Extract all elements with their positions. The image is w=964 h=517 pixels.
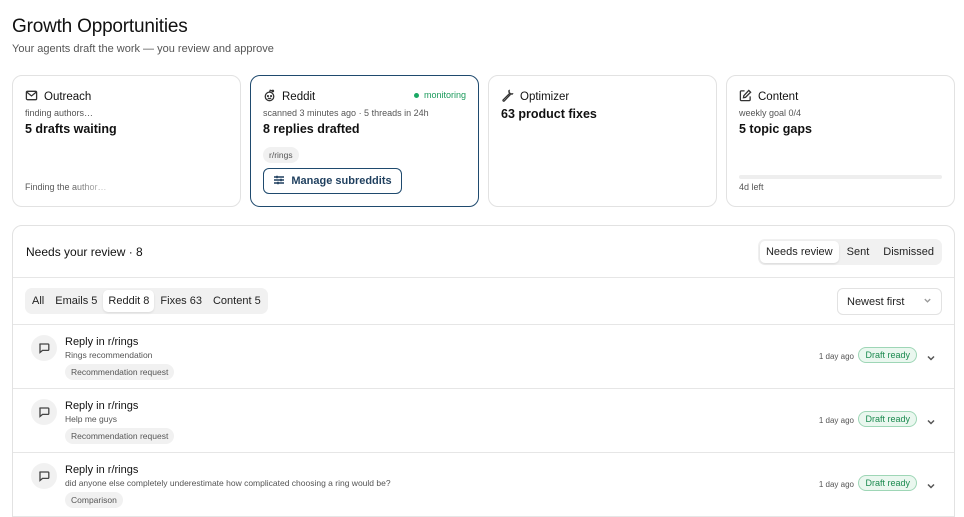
row-timestamp: 1 day ago (818, 352, 854, 361)
wrench-icon (501, 89, 514, 105)
monitoring-label: monitoring (423, 90, 466, 100)
reddit-card-title: Reddit (282, 91, 316, 103)
comment-icon (31, 463, 57, 489)
row-subtitle: Help me guys (65, 414, 117, 424)
view-option[interactable]: Dismissed (877, 241, 940, 263)
review-panel: Needs your review · 8 Needs review Sent Di… (12, 225, 955, 517)
expand-chevron-icon[interactable] (926, 414, 936, 425)
reddit-card[interactable]: Reddit monitoring scanned 3 minutes ago … (250, 75, 479, 207)
review-title: Needs your review · 8 (26, 245, 143, 259)
sort-select[interactable]: Newest first (837, 288, 942, 315)
row-timestamp: 1 day ago (818, 480, 854, 489)
page-title: Growth Opportunities (12, 16, 188, 37)
content-card-footer: 4d left (739, 182, 764, 192)
content-card-title: Content (758, 91, 799, 103)
review-row[interactable]: Reply in r/rings Help me guys Recommendati… (13, 389, 954, 453)
filter-option[interactable]: All (27, 290, 49, 312)
filter-option[interactable]: Emails 5 (50, 290, 102, 312)
outreach-card-header: Outreach (25, 89, 91, 105)
weekly-goal-progress (739, 175, 942, 179)
monitoring-badge: monitoring (413, 90, 466, 100)
row-title: Reply in r/rings (65, 464, 139, 476)
status-dot (413, 92, 419, 98)
filter-option[interactable]: Reddit 8 (103, 290, 155, 312)
outreach-card-status: finding authors… (25, 108, 94, 118)
divider (13, 277, 954, 278)
status-badge: Draft ready (858, 475, 917, 491)
edit-icon (739, 89, 752, 105)
filter-option[interactable]: Content 5 (208, 290, 266, 312)
view-toggle: Needs review Sent Dismissed (757, 239, 942, 265)
review-row[interactable]: Reply in r/rings Rings recommendation Reco… (13, 325, 954, 389)
row-tag: Comparison (65, 492, 123, 508)
optimizer-card-title: Optimizer (520, 91, 570, 103)
optimizer-card[interactable]: Optimizer 63 product fixes (488, 75, 717, 207)
reddit-card-header: Reddit (263, 89, 315, 105)
status-badge: Draft ready (858, 347, 917, 363)
reddit-card-status: scanned 3 minutes ago · 5 threads in 24h (263, 108, 429, 118)
outreach-card[interactable]: Outreach finding authors… 5 drafts waiti… (12, 75, 241, 207)
row-title: Reply in r/rings (65, 336, 139, 348)
optimizer-card-header: Optimizer (501, 89, 569, 105)
row-timestamp: 1 day ago (818, 416, 854, 425)
mail-icon (25, 89, 38, 105)
content-card-count: 5 topic gaps (739, 122, 812, 136)
row-subtitle: did anyone else completely underestimate… (65, 478, 391, 488)
sliders-icon (273, 174, 285, 189)
view-option[interactable]: Needs review (759, 241, 839, 263)
reddit-icon (263, 89, 276, 105)
manage-subreddits-label: Manage subreddits (291, 175, 392, 187)
row-tag: Recommendation request (65, 364, 175, 380)
manage-subreddits-button[interactable]: Manage subreddits (263, 168, 402, 194)
row-subtitle: Rings recommendation (65, 350, 153, 360)
chevron-down-icon (923, 296, 932, 308)
page-subtitle: Your agents draft the work — you review … (12, 43, 274, 55)
comment-icon (31, 335, 57, 361)
sort-select-value: Newest first (847, 295, 905, 308)
content-card[interactable]: Content weekly goal 0/4 5 topic gaps 4d … (726, 75, 955, 207)
view-option[interactable]: Sent (841, 241, 876, 263)
content-card-status: weekly goal 0/4 (739, 108, 802, 118)
type-filter: All Emails 5 Reddit 8 Fixes 63 Content 5 (25, 288, 268, 314)
row-tag: Recommendation request (65, 428, 175, 444)
subreddit-tag: r/rings (263, 147, 299, 163)
review-row[interactable]: Reply in r/rings did anyone else complete… (13, 453, 954, 517)
reddit-card-count: 8 replies drafted (263, 122, 360, 136)
comment-icon (31, 399, 57, 425)
status-badge: Draft ready (858, 411, 917, 427)
row-title: Reply in r/rings (65, 400, 139, 412)
content-card-header: Content (739, 89, 798, 105)
outreach-card-title: Outreach (44, 91, 92, 103)
expand-chevron-icon[interactable] (926, 350, 936, 361)
optimizer-card-count: 63 product fixes (501, 107, 597, 121)
outreach-card-footer: Finding the author… (25, 182, 107, 192)
filter-option[interactable]: Fixes 63 (155, 290, 207, 312)
expand-chevron-icon[interactable] (926, 478, 936, 489)
outreach-card-count: 5 drafts waiting (25, 122, 117, 136)
